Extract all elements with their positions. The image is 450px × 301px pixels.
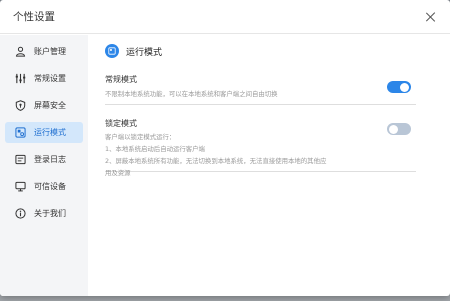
normal-mode-toggle[interactable]	[387, 81, 411, 93]
sidebar-item-label: 可信设备	[34, 182, 66, 191]
section-title: 运行模式	[126, 47, 163, 58]
locked-mode-desc-line: 客户端以锁定模式运行：	[105, 133, 176, 141]
sidebar-item-about[interactable]: 关于我们	[5, 203, 83, 224]
login-log-icon	[14, 154, 26, 166]
sidebar-item-account[interactable]: 账户管理	[5, 41, 83, 62]
locked-mode-option: 锁定模式 客户端以锁定模式运行： 1、本地系统启动后自动运行客户端 2、屏蔽本地…	[105, 105, 416, 177]
section-header: 运行模式	[105, 36, 416, 66]
sidebar-item-label: 常规设置	[34, 74, 66, 83]
toggle-knob	[389, 124, 398, 134]
settings-dialog: 个性设置 账户管理 常规设置 屏幕安全 运行模式 登录日志 可信设备 关于我们 …	[0, 0, 450, 296]
sidebar-item-label: 运行模式	[34, 128, 66, 137]
dialog-title: 个性设置	[13, 11, 55, 23]
shield-icon	[14, 100, 26, 112]
sidebar-item-screen-security[interactable]: 屏幕安全	[5, 95, 83, 116]
locked-mode-toggle[interactable]	[387, 123, 411, 135]
sidebar-item-general[interactable]: 常规设置	[5, 68, 83, 89]
locked-mode-desc-line: 1、本地系统启动后自动运行客户端	[105, 145, 205, 153]
sliders-icon	[14, 73, 26, 85]
sidebar: 账户管理 常规设置 屏幕安全 运行模式 登录日志 可信设备 关于我们	[0, 35, 88, 296]
info-icon	[14, 208, 26, 220]
normal-mode-option: 常规模式 不限制本地系统功能，可以在本地系统和客户端之间自由切换	[105, 66, 416, 105]
run-mode-icon	[14, 127, 26, 139]
sidebar-item-login-log[interactable]: 登录日志	[5, 149, 83, 170]
normal-mode-title: 常规模式	[105, 75, 137, 84]
main-panel: 运行模式 常规模式 不限制本地系统功能，可以在本地系统和客户端之间自由切换 锁定…	[88, 35, 450, 296]
sidebar-item-trusted-devices[interactable]: 可信设备	[5, 176, 83, 197]
monitor-icon	[14, 181, 26, 193]
close-icon[interactable]	[424, 10, 438, 24]
sidebar-item-label: 账户管理	[34, 47, 66, 56]
user-icon	[14, 46, 26, 58]
sidebar-item-label: 登录日志	[34, 155, 66, 164]
toggle-knob	[400, 82, 409, 92]
locked-mode-desc-line: 2、屏蔽本地系统所有功能，无法切换到本地系统，无法直接使用本地的其他应	[105, 157, 327, 165]
title-bar: 个性设置	[0, 0, 450, 34]
sidebar-item-label: 关于我们	[34, 209, 66, 218]
locked-mode-desc-line: 用及资源	[105, 169, 131, 177]
locked-mode-title: 锁定模式	[105, 119, 137, 128]
normal-mode-description: 不限制本地系统功能，可以在本地系统和客户端之间自由切换	[105, 90, 278, 98]
sidebar-item-label: 屏幕安全	[34, 101, 66, 110]
sidebar-item-run-mode[interactable]: 运行模式	[5, 122, 83, 143]
run-mode-badge-icon	[105, 44, 119, 58]
